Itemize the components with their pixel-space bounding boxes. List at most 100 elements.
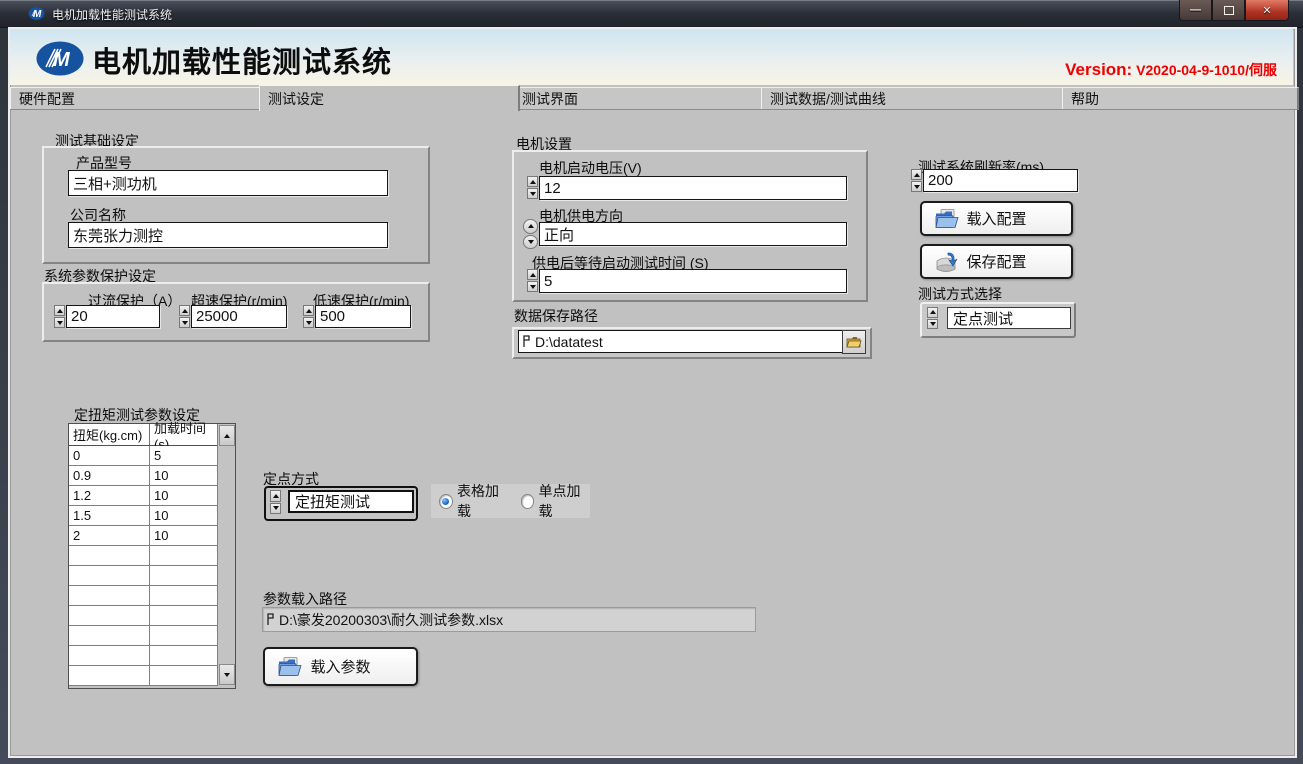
spinner-up-button[interactable] xyxy=(270,490,281,502)
wait-time-input[interactable]: 5 xyxy=(539,269,847,293)
save-config-button[interactable]: 保存配置 xyxy=(920,244,1073,279)
spinner-down-button[interactable] xyxy=(179,317,190,328)
start-voltage-spinner xyxy=(527,176,538,199)
table-cell[interactable] xyxy=(150,626,222,645)
browse-button[interactable] xyxy=(842,330,866,354)
table-cell[interactable] xyxy=(150,586,222,605)
table-cell[interactable]: 5 xyxy=(150,446,222,465)
table-cell[interactable] xyxy=(69,546,150,565)
param-path-display[interactable]: D:\豪发20200303\耐久测试参数.xlsx xyxy=(262,607,756,632)
table-cell[interactable] xyxy=(150,646,222,665)
table-cell[interactable]: 0 xyxy=(69,446,150,465)
down-arrow-icon xyxy=(530,285,536,289)
spinner-down-button[interactable] xyxy=(911,181,922,192)
spinner-down-button[interactable] xyxy=(54,317,65,328)
radio-option[interactable]: 表格加载 xyxy=(439,481,509,521)
spinner-up-button[interactable] xyxy=(523,219,538,234)
table-cell[interactable] xyxy=(69,606,150,625)
path-glyph-icon xyxy=(266,613,275,626)
supply-direction-value[interactable]: 正向 xyxy=(539,222,847,246)
test-mode-selector[interactable]: 定点测试 xyxy=(920,302,1076,338)
app-header: M 电机加载性能测试系统 Version: V2020-04-9-1010/伺服 xyxy=(10,29,1293,85)
spinner-down-button[interactable] xyxy=(523,235,538,250)
table-cell[interactable] xyxy=(69,646,150,665)
spinner-up-button[interactable] xyxy=(179,305,190,316)
table-cell[interactable]: 10 xyxy=(150,526,222,545)
table-cell[interactable] xyxy=(69,566,150,585)
down-arrow-icon xyxy=(306,321,312,325)
maximize-button[interactable] xyxy=(1212,0,1245,21)
spinner-up-button[interactable] xyxy=(927,307,938,318)
point-mode-value[interactable]: 定扭矩测试 xyxy=(288,490,414,513)
tab-3[interactable]: 测试界面 xyxy=(513,87,769,109)
spinner-up-button[interactable] xyxy=(303,305,314,316)
table-cell[interactable] xyxy=(150,666,222,685)
table-cell[interactable] xyxy=(150,606,222,625)
spinner-up-button[interactable] xyxy=(527,269,538,280)
minimize-button[interactable]: — xyxy=(1179,0,1212,21)
start-voltage-input[interactable]: 12 xyxy=(539,176,847,200)
overspeed-input[interactable]: 25000 xyxy=(191,305,287,328)
tab-1[interactable]: 硬件配置 xyxy=(10,87,268,109)
title-bar[interactable]: M 电机加载性能测试系统 — ✕ xyxy=(0,0,1303,28)
table-cell[interactable]: 10 xyxy=(150,486,222,505)
spinner-down-button[interactable] xyxy=(927,319,938,330)
window-logo-icon: M xyxy=(28,5,45,22)
table-cell[interactable]: 2 xyxy=(69,526,150,545)
up-arrow-icon xyxy=(930,310,936,314)
tab-5[interactable]: 帮助 xyxy=(1062,87,1299,109)
spinner-up-button[interactable] xyxy=(527,176,538,187)
table-cell[interactable] xyxy=(69,666,150,685)
tab-label: 测试数据/测试曲线 xyxy=(770,89,886,109)
up-arrow-icon xyxy=(528,224,534,228)
table-cell[interactable]: 0.9 xyxy=(69,466,150,485)
lowspeed-input[interactable]: 500 xyxy=(315,305,411,328)
company-name-input[interactable]: 东莞张力测控 xyxy=(68,222,388,248)
close-button[interactable]: ✕ xyxy=(1245,0,1289,21)
table-cell[interactable] xyxy=(150,546,222,565)
refresh-rate-spinner xyxy=(911,169,922,192)
test-mode-value[interactable]: 定点测试 xyxy=(947,307,1071,329)
table-cell[interactable]: 10 xyxy=(150,506,222,525)
column-header-torque: 扭矩(kg.cm) xyxy=(69,424,150,445)
radio-label: 单点加载 xyxy=(538,481,590,521)
tab-2[interactable]: 测试设定 xyxy=(259,85,520,111)
table-scrollbar[interactable] xyxy=(217,424,235,686)
radio-selected-icon[interactable] xyxy=(439,494,453,509)
spinner-down-button[interactable] xyxy=(527,281,538,292)
spinner-down-button[interactable] xyxy=(270,503,281,515)
version-text: Version: V2020-04-9-1010/伺服 xyxy=(1065,60,1277,80)
refresh-rate-input[interactable]: 200 xyxy=(923,169,1078,192)
product-model-input[interactable]: 三相+测功机 xyxy=(68,170,388,196)
spinner-up-button[interactable] xyxy=(54,305,65,316)
spinner-down-button[interactable] xyxy=(527,188,538,199)
tab-4[interactable]: 测试数据/测试曲线 xyxy=(761,87,1071,109)
table-cell[interactable]: 1.5 xyxy=(69,506,150,525)
scrollbar-up-button[interactable] xyxy=(219,425,235,446)
table-cell[interactable]: 10 xyxy=(150,466,222,485)
load-config-button[interactable]: 载入配置 xyxy=(920,201,1073,236)
table-cell[interactable] xyxy=(69,626,150,645)
column-header-time: 加载时间(s) xyxy=(150,424,222,445)
save-config-label: 保存配置 xyxy=(966,251,1026,272)
table-cell[interactable]: 1.2 xyxy=(69,486,150,505)
overcurrent-input[interactable]: 20 xyxy=(66,305,160,328)
load-params-button[interactable]: 载入参数 xyxy=(263,647,418,686)
scrollbar-down-button[interactable] xyxy=(219,664,235,685)
radio-unselected-icon[interactable] xyxy=(521,494,535,509)
down-arrow-icon xyxy=(528,240,534,244)
up-arrow-icon xyxy=(57,309,63,313)
table-row xyxy=(69,586,235,606)
radio-option[interactable]: 单点加载 xyxy=(521,481,591,521)
table-cell[interactable] xyxy=(150,566,222,585)
table-cell[interactable] xyxy=(69,586,150,605)
spinner-up-button[interactable] xyxy=(911,169,922,180)
up-arrow-icon xyxy=(530,273,536,277)
start-voltage-label: 电机启动电压(V) xyxy=(539,158,642,178)
up-arrow-icon xyxy=(914,173,920,177)
point-mode-selector[interactable]: 定扭矩测试 xyxy=(264,486,418,521)
spinner-down-button[interactable] xyxy=(303,317,314,328)
save-path-input[interactable]: D:\datatest xyxy=(518,330,844,353)
param-path-label: 参数载入路径 xyxy=(263,589,347,609)
table-row: 1.510 xyxy=(69,506,235,526)
